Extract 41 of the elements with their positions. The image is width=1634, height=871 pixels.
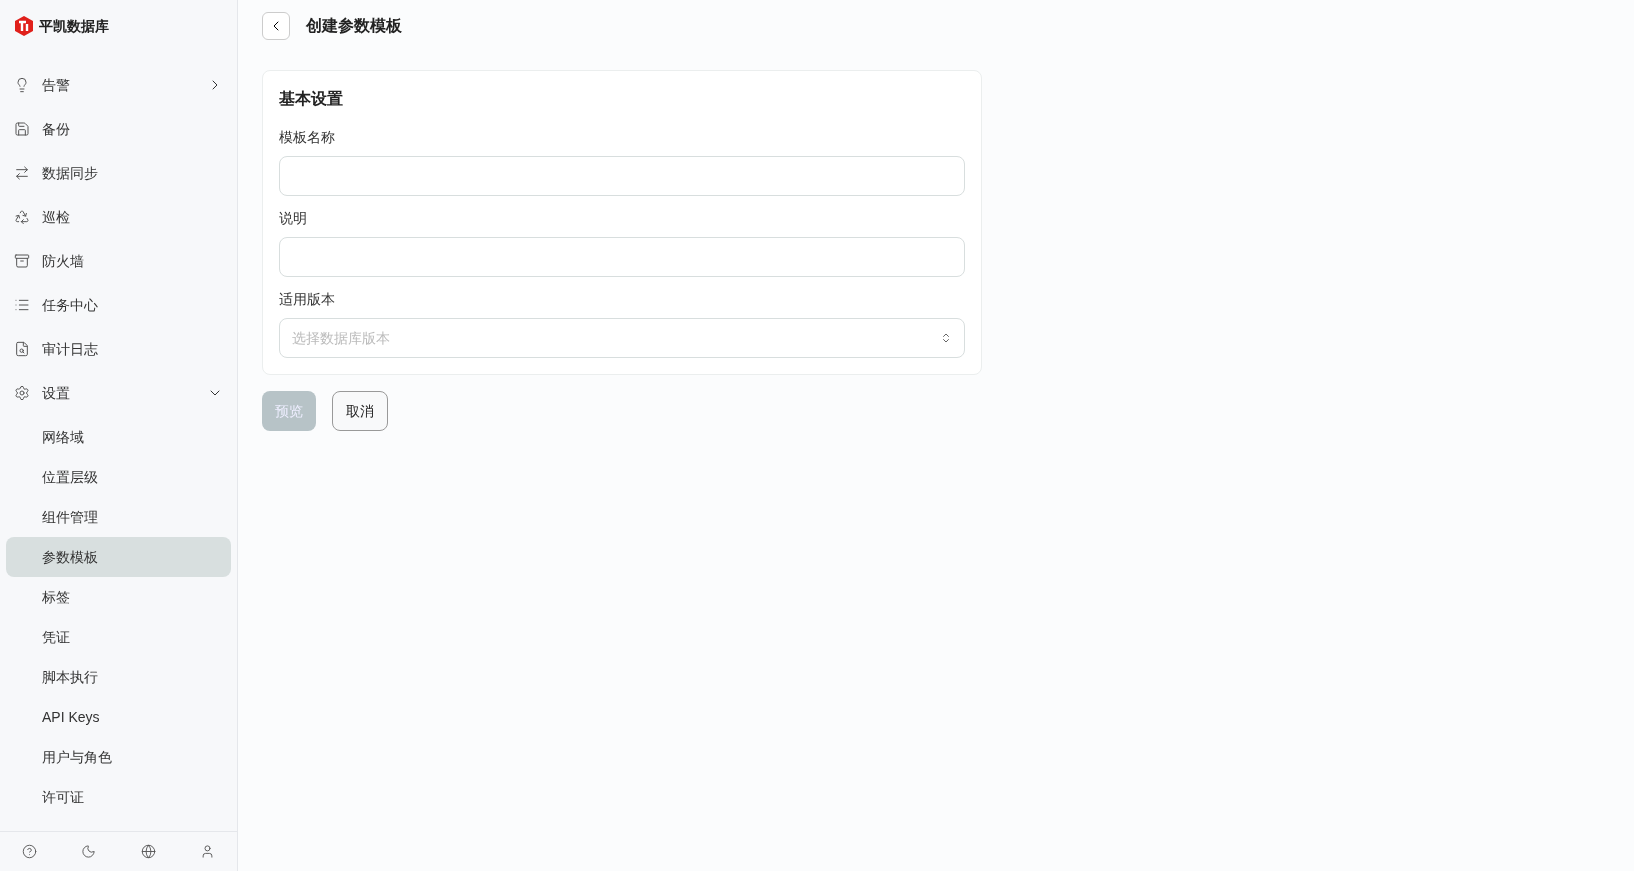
nav-subitem[interactable]: 网络域 <box>6 417 231 457</box>
nav-subitem[interactable]: 标签 <box>6 577 231 617</box>
nav-subitem[interactable]: 组件管理 <box>6 497 231 537</box>
nav-subitem[interactable]: 凭证 <box>6 617 231 657</box>
field-label: 适用版本 <box>279 290 336 309</box>
nav-item[interactable]: 巡检 <box>6 197 231 237</box>
updown-icon <box>940 332 952 344</box>
arrows-icon <box>14 165 30 181</box>
brand-name: 平凯数据库 <box>39 16 109 36</box>
settings-icon <box>14 385 30 401</box>
field-label: 模板名称 <box>279 128 336 147</box>
moon-icon[interactable] <box>81 844 97 859</box>
nav-subitem[interactable]: API Keys <box>6 697 231 737</box>
list-icon <box>14 297 30 313</box>
save-icon <box>14 121 30 137</box>
text-field[interactable] <box>279 237 965 277</box>
text-field[interactable] <box>279 156 965 196</box>
archive-icon <box>14 253 30 269</box>
file-search-icon <box>14 341 30 357</box>
globe-icon[interactable] <box>140 844 156 859</box>
logo-icon <box>13 15 35 37</box>
user-icon[interactable] <box>199 844 215 859</box>
nav-subitem[interactable]: 位置层级 <box>6 457 231 497</box>
card-title: 基本设置 <box>279 89 344 109</box>
nav-item[interactable]: 设置 <box>6 373 231 413</box>
nav-item[interactable]: 任务中心 <box>6 285 231 325</box>
nav-item[interactable]: 防火墙 <box>6 241 231 281</box>
recycle-icon <box>14 209 30 225</box>
nav-item[interactable]: 数据同步 <box>6 153 231 193</box>
help-icon[interactable] <box>22 844 38 859</box>
cancel-button[interactable]: 取消 <box>332 391 388 431</box>
nav-item[interactable]: 告警 <box>6 65 231 105</box>
nav-item[interactable]: 审计日志 <box>6 329 231 369</box>
nav-subitem[interactable]: 许可证 <box>6 777 231 817</box>
lightbulb-icon <box>14 77 30 93</box>
nav-subitem[interactable]: 脚本执行 <box>6 657 231 697</box>
nav-subitem[interactable]: 用户与角色 <box>6 737 231 777</box>
page-title: 创建参数模板 <box>306 16 402 36</box>
field-label: 说明 <box>279 209 308 228</box>
nav-item[interactable]: 备份 <box>6 109 231 149</box>
nav-subitem[interactable]: 参数模板 <box>6 537 231 577</box>
